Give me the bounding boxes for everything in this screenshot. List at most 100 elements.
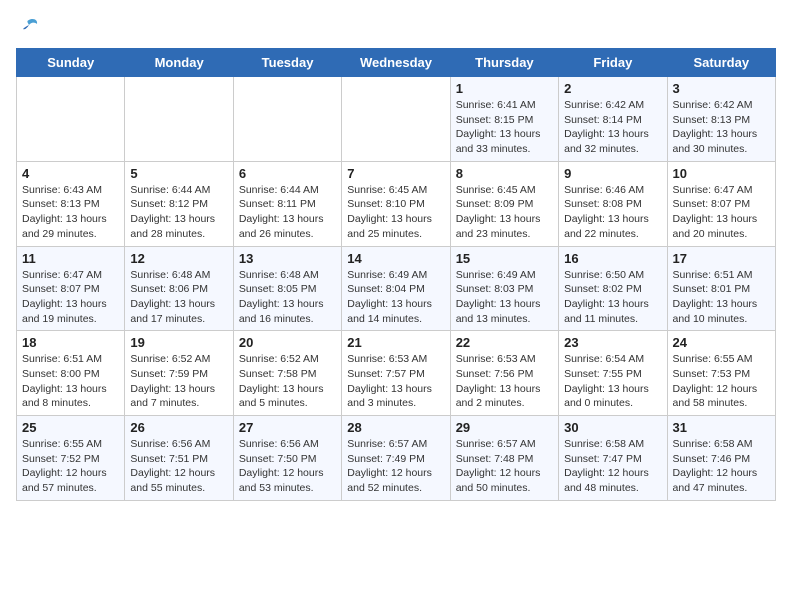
week-row-5: 25 Sunrise: 6:55 AM Sunset: 7:52 PM Dayli… [17, 416, 776, 501]
day-info: Sunrise: 6:52 AM Sunset: 7:59 PM Dayligh… [130, 352, 227, 411]
day-info: Sunrise: 6:50 AM Sunset: 8:02 PM Dayligh… [564, 268, 661, 327]
day-number: 3 [673, 81, 770, 96]
day-info: Sunrise: 6:48 AM Sunset: 8:05 PM Dayligh… [239, 268, 336, 327]
day-info: Sunrise: 6:53 AM Sunset: 7:57 PM Dayligh… [347, 352, 444, 411]
day-number: 15 [456, 251, 553, 266]
calendar-cell: 26 Sunrise: 6:56 AM Sunset: 7:51 PM Dayli… [125, 416, 233, 501]
calendar-cell: 12 Sunrise: 6:48 AM Sunset: 8:06 PM Dayli… [125, 246, 233, 331]
day-number: 10 [673, 166, 770, 181]
calendar-cell: 1 Sunrise: 6:41 AM Sunset: 8:15 PM Daylig… [450, 77, 558, 162]
day-number: 2 [564, 81, 661, 96]
day-info: Sunrise: 6:44 AM Sunset: 8:12 PM Dayligh… [130, 183, 227, 242]
day-info: Sunrise: 6:49 AM Sunset: 8:04 PM Dayligh… [347, 268, 444, 327]
calendar-cell: 27 Sunrise: 6:56 AM Sunset: 7:50 PM Dayli… [233, 416, 341, 501]
day-info: Sunrise: 6:42 AM Sunset: 8:14 PM Dayligh… [564, 98, 661, 157]
day-info: Sunrise: 6:48 AM Sunset: 8:06 PM Dayligh… [130, 268, 227, 327]
weekday-sunday: Sunday [17, 49, 125, 77]
day-number: 9 [564, 166, 661, 181]
day-info: Sunrise: 6:56 AM Sunset: 7:50 PM Dayligh… [239, 437, 336, 496]
calendar-cell: 14 Sunrise: 6:49 AM Sunset: 8:04 PM Dayli… [342, 246, 450, 331]
day-info: Sunrise: 6:46 AM Sunset: 8:08 PM Dayligh… [564, 183, 661, 242]
calendar-cell: 9 Sunrise: 6:46 AM Sunset: 8:08 PM Daylig… [559, 161, 667, 246]
day-info: Sunrise: 6:51 AM Sunset: 8:00 PM Dayligh… [22, 352, 119, 411]
calendar-cell: 2 Sunrise: 6:42 AM Sunset: 8:14 PM Daylig… [559, 77, 667, 162]
day-number: 27 [239, 420, 336, 435]
day-info: Sunrise: 6:42 AM Sunset: 8:13 PM Dayligh… [673, 98, 770, 157]
day-number: 5 [130, 166, 227, 181]
day-info: Sunrise: 6:56 AM Sunset: 7:51 PM Dayligh… [130, 437, 227, 496]
day-number: 1 [456, 81, 553, 96]
calendar-cell: 22 Sunrise: 6:53 AM Sunset: 7:56 PM Dayli… [450, 331, 558, 416]
day-info: Sunrise: 6:57 AM Sunset: 7:48 PM Dayligh… [456, 437, 553, 496]
day-number: 21 [347, 335, 444, 350]
day-number: 26 [130, 420, 227, 435]
day-info: Sunrise: 6:47 AM Sunset: 8:07 PM Dayligh… [673, 183, 770, 242]
week-row-1: 1 Sunrise: 6:41 AM Sunset: 8:15 PM Daylig… [17, 77, 776, 162]
day-number: 8 [456, 166, 553, 181]
day-info: Sunrise: 6:55 AM Sunset: 7:52 PM Dayligh… [22, 437, 119, 496]
weekday-thursday: Thursday [450, 49, 558, 77]
week-row-4: 18 Sunrise: 6:51 AM Sunset: 8:00 PM Dayli… [17, 331, 776, 416]
calendar-cell: 18 Sunrise: 6:51 AM Sunset: 8:00 PM Dayli… [17, 331, 125, 416]
day-number: 18 [22, 335, 119, 350]
week-row-2: 4 Sunrise: 6:43 AM Sunset: 8:13 PM Daylig… [17, 161, 776, 246]
calendar-cell: 24 Sunrise: 6:55 AM Sunset: 7:53 PM Dayli… [667, 331, 775, 416]
day-info: Sunrise: 6:47 AM Sunset: 8:07 PM Dayligh… [22, 268, 119, 327]
day-number: 16 [564, 251, 661, 266]
day-number: 22 [456, 335, 553, 350]
calendar-cell: 23 Sunrise: 6:54 AM Sunset: 7:55 PM Dayli… [559, 331, 667, 416]
day-number: 12 [130, 251, 227, 266]
day-number: 25 [22, 420, 119, 435]
calendar-cell: 21 Sunrise: 6:53 AM Sunset: 7:57 PM Dayli… [342, 331, 450, 416]
weekday-monday: Monday [125, 49, 233, 77]
day-info: Sunrise: 6:49 AM Sunset: 8:03 PM Dayligh… [456, 268, 553, 327]
day-number: 30 [564, 420, 661, 435]
day-info: Sunrise: 6:43 AM Sunset: 8:13 PM Dayligh… [22, 183, 119, 242]
calendar-cell: 15 Sunrise: 6:49 AM Sunset: 8:03 PM Dayli… [450, 246, 558, 331]
day-number: 29 [456, 420, 553, 435]
page-header [16, 16, 776, 38]
calendar-cell: 20Sunrise: 6:52 AM Sunset: 7:58 PM Dayli… [233, 331, 341, 416]
calendar-cell: 4 Sunrise: 6:43 AM Sunset: 8:13 PM Daylig… [17, 161, 125, 246]
calendar-cell: 25 Sunrise: 6:55 AM Sunset: 7:52 PM Dayli… [17, 416, 125, 501]
day-number: 14 [347, 251, 444, 266]
day-number: 28 [347, 420, 444, 435]
weekday-friday: Friday [559, 49, 667, 77]
day-info: Sunrise: 6:58 AM Sunset: 7:46 PM Dayligh… [673, 437, 770, 496]
calendar-cell: 10 Sunrise: 6:47 AM Sunset: 8:07 PM Dayli… [667, 161, 775, 246]
day-number: 17 [673, 251, 770, 266]
calendar-cell: 6Sunrise: 6:44 AM Sunset: 8:11 PM Daylig… [233, 161, 341, 246]
logo-bird-icon [18, 16, 40, 38]
calendar-cell [17, 77, 125, 162]
calendar-cell: 8 Sunrise: 6:45 AM Sunset: 8:09 PM Daylig… [450, 161, 558, 246]
calendar-cell: 3 Sunrise: 6:42 AM Sunset: 8:13 PM Daylig… [667, 77, 775, 162]
calendar-table: SundayMondayTuesdayWednesdayThursdayFrid… [16, 48, 776, 501]
calendar-cell: 7 Sunrise: 6:45 AM Sunset: 8:10 PM Daylig… [342, 161, 450, 246]
calendar-cell: 17 Sunrise: 6:51 AM Sunset: 8:01 PM Dayli… [667, 246, 775, 331]
logo [16, 16, 42, 38]
calendar-cell [125, 77, 233, 162]
day-info: Sunrise: 6:54 AM Sunset: 7:55 PM Dayligh… [564, 352, 661, 411]
calendar-cell: 29 Sunrise: 6:57 AM Sunset: 7:48 PM Dayli… [450, 416, 558, 501]
day-number: 6 [239, 166, 336, 181]
calendar-cell: 30 Sunrise: 6:58 AM Sunset: 7:47 PM Dayli… [559, 416, 667, 501]
day-info: Sunrise: 6:58 AM Sunset: 7:47 PM Dayligh… [564, 437, 661, 496]
day-info: Sunrise: 6:51 AM Sunset: 8:01 PM Dayligh… [673, 268, 770, 327]
day-info: Sunrise: 6:41 AM Sunset: 8:15 PM Dayligh… [456, 98, 553, 157]
calendar-cell: 31Sunrise: 6:58 AM Sunset: 7:46 PM Dayli… [667, 416, 775, 501]
day-number: 4 [22, 166, 119, 181]
weekday-wednesday: Wednesday [342, 49, 450, 77]
day-number: 24 [673, 335, 770, 350]
day-info: Sunrise: 6:45 AM Sunset: 8:09 PM Dayligh… [456, 183, 553, 242]
day-info: Sunrise: 6:57 AM Sunset: 7:49 PM Dayligh… [347, 437, 444, 496]
day-number: 20 [239, 335, 336, 350]
calendar-cell: 19Sunrise: 6:52 AM Sunset: 7:59 PM Dayli… [125, 331, 233, 416]
day-info: Sunrise: 6:55 AM Sunset: 7:53 PM Dayligh… [673, 352, 770, 411]
day-info: Sunrise: 6:53 AM Sunset: 7:56 PM Dayligh… [456, 352, 553, 411]
day-info: Sunrise: 6:45 AM Sunset: 8:10 PM Dayligh… [347, 183, 444, 242]
week-row-3: 11Sunrise: 6:47 AM Sunset: 8:07 PM Dayli… [17, 246, 776, 331]
weekday-saturday: Saturday [667, 49, 775, 77]
day-number: 23 [564, 335, 661, 350]
day-number: 7 [347, 166, 444, 181]
calendar-cell: 28 Sunrise: 6:57 AM Sunset: 7:49 PM Dayli… [342, 416, 450, 501]
